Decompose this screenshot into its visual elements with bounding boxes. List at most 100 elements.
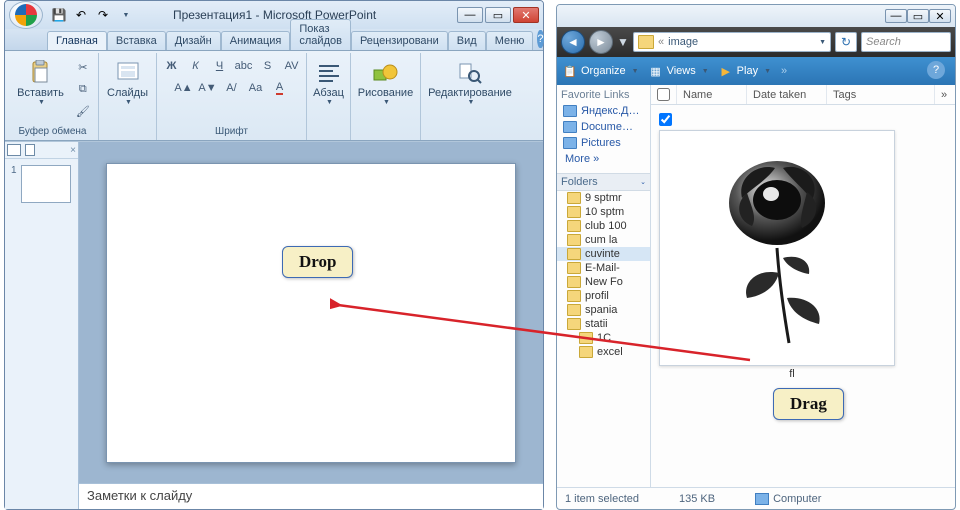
rose-image-icon [697,148,857,348]
item-checkbox[interactable] [659,113,672,126]
char-spacing-button[interactable]: AV [281,56,303,76]
folder-item[interactable]: excel [557,345,650,359]
tab-menu[interactable]: Меню [486,31,534,50]
redo-button[interactable]: ↷ [93,5,113,25]
nav-pane: Favorite Links Яндекс.Д… Docume… Picture… [557,85,651,487]
ex-minimize-button[interactable]: — [885,9,907,23]
organize-icon: 📋 [563,64,577,78]
breadcrumb-folder[interactable]: image [668,36,698,48]
cols-overflow[interactable]: » [935,85,955,104]
italic-button[interactable]: К [185,56,207,76]
pane-close-button[interactable]: × [70,145,76,156]
fav-documents[interactable]: Docume… [561,119,646,135]
group-drawing-label [384,125,387,138]
underline-button[interactable]: Ч [209,56,231,76]
ex-help-button[interactable]: ? [927,61,945,79]
ex-close-button[interactable]: ✕ [929,9,951,23]
select-all-checkbox[interactable] [657,88,670,101]
minimize-button[interactable]: — [457,7,483,23]
paste-button[interactable]: Вставить ▼ [11,55,70,110]
folder-item[interactable]: spania [557,303,650,317]
undo-button[interactable]: ↶ [71,5,91,25]
col-date[interactable]: Date taken [747,85,827,104]
ex-maximize-button[interactable]: ▭ [907,9,929,23]
slides-tab-icon[interactable] [7,144,21,156]
folder-item[interactable]: 10 sptm [557,205,650,219]
tab-view[interactable]: Вид [448,31,486,50]
change-case-button[interactable]: Aa [245,78,267,98]
drawing-label: Рисование [358,87,413,99]
folder-item[interactable]: 9 sptmr [557,191,650,205]
more-link[interactable]: More » [561,151,646,167]
paste-label: Вставить [17,87,64,99]
paragraph-button[interactable]: Абзац ▼ [307,55,350,110]
folder-icon [638,35,654,49]
image-thumbnail [659,130,895,366]
favorites-label: Favorite Links [561,89,646,101]
group-clipboard-label: Буфер обмена [19,125,87,138]
powerpoint-titlebar: 💾 ↶ ↷ ▼ Презентация1 - Microsoft PowerPo… [5,1,543,29]
play-button[interactable]: ▶ Play▼ [719,64,771,78]
tab-design[interactable]: Дизайн [166,31,221,50]
maximize-button[interactable]: ▭ [485,7,511,23]
refresh-button[interactable]: ↻ [835,32,857,52]
folder-item[interactable]: club 100 [557,219,650,233]
cut-button[interactable]: ✂ [72,57,94,77]
drawing-button[interactable]: Рисование ▼ [352,55,419,110]
folder-item[interactable]: 1C [557,331,650,345]
status-bar: 1 item selected 135 KB Computer [557,487,955,509]
folder-item[interactable]: statii [557,317,650,331]
folder-item[interactable]: New Fo [557,275,650,289]
tab-slideshow[interactable]: Показ слайдов [290,19,351,50]
views-button[interactable]: ▦ Views▼ [649,64,709,78]
tab-animation[interactable]: Анимация [221,31,291,50]
slides-button[interactable]: Слайды ▼ [101,55,154,110]
strike-button[interactable]: abc [233,56,255,76]
history-dropdown[interactable]: ▼ [617,30,629,54]
forward-button[interactable]: ► [589,30,613,54]
new-slide-icon [113,59,143,87]
outline-tab-icon[interactable] [25,144,35,156]
align-icon [314,59,344,87]
col-tags[interactable]: Tags [827,85,935,104]
slide-canvas[interactable] [106,163,516,463]
grow-font-button[interactable]: A▲ [173,78,195,98]
folder-item[interactable]: E-Mail- [557,261,650,275]
search-input[interactable]: Search [861,32,951,52]
fav-yandex[interactable]: Яндекс.Д… [561,103,646,119]
shrink-font-button[interactable]: A▼ [197,78,219,98]
slide-thumbnail[interactable]: 1 [11,165,72,203]
status-location: Computer [755,493,821,505]
save-button[interactable]: 💾 [49,5,69,25]
copy-button[interactable]: ⧉ [72,79,94,99]
tab-insert[interactable]: Вставка [107,31,166,50]
clear-format-button[interactable]: A/ [221,78,243,98]
organize-button[interactable]: 📋 Organize▼ [563,64,639,78]
help-button[interactable]: ? [537,30,543,48]
font-color-button[interactable]: A [269,78,291,98]
qat-customize[interactable]: ▼ [115,5,135,25]
tab-home[interactable]: Главная [47,31,107,50]
slide-number: 1 [11,165,17,203]
tab-review[interactable]: Рецензировани [351,31,448,50]
file-item[interactable]: fl [659,130,895,380]
folder-item[interactable]: profil [557,289,650,303]
fav-pictures[interactable]: Pictures [561,135,646,151]
documents-icon [563,121,577,133]
address-bar[interactable]: « image ▼ [633,32,831,52]
format-painter-button[interactable]: 🖌 [72,101,94,121]
status-size: 135 KB [679,493,715,505]
close-button[interactable]: ✕ [513,7,539,23]
editing-button[interactable]: Редактирование ▼ [422,55,518,110]
folder-item[interactable]: cum la [557,233,650,247]
folder-item[interactable]: cuvinte [557,247,650,261]
shadow-button[interactable]: S [257,56,279,76]
bold-button[interactable]: Ж [161,56,183,76]
folders-header[interactable]: Folders⌄ [557,173,650,191]
back-button[interactable]: ◄ [561,30,585,54]
notes-pane[interactable]: Заметки к слайду [79,483,543,509]
group-editing-label [469,125,472,138]
col-name[interactable]: Name [677,85,747,104]
office-button[interactable] [9,1,43,29]
file-list[interactable]: fl [651,105,955,487]
